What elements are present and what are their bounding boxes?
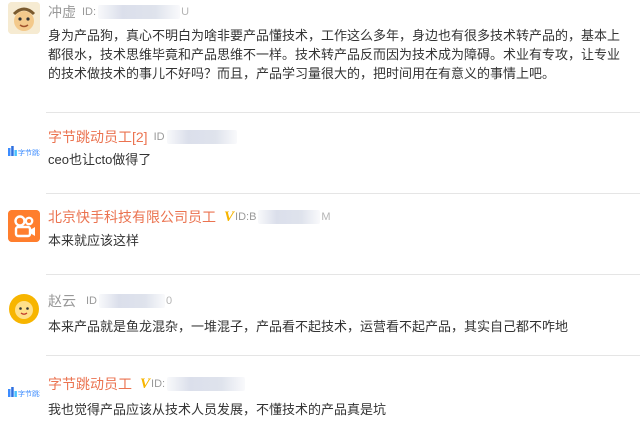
- user-id-mask: [98, 5, 181, 19]
- comment-item: 冲虚 ID: U 身为产品狗，真心不明白为啥非要产品懂技术，工作这么多年，身边也…: [0, 0, 640, 116]
- user-id-tail: M: [321, 211, 331, 223]
- bytedance-logo-icon: 字节跳动: [8, 146, 40, 157]
- user-avatar[interactable]: [8, 210, 40, 242]
- comment-item: 字节跳动 字节跳动员工[2] ID ceo也让cto做得了: [0, 113, 640, 193]
- cartoon-avatar-icon: [8, 2, 40, 34]
- bytedance-logo-icon: 字节跳动: [8, 387, 40, 398]
- comment-text: 我也觉得产品应该从技术人员发展，不懂技术的产品真是坑: [48, 402, 387, 417]
- commenter-name[interactable]: 冲虚: [48, 2, 76, 22]
- user-id-mask: [99, 294, 165, 308]
- kuaishou-logo-icon: [8, 210, 40, 242]
- user-id-label: ID:B: [235, 211, 257, 223]
- user-id-mask: [258, 210, 321, 224]
- verified-badge-icon: V: [224, 208, 235, 225]
- user-id-mask: [167, 377, 246, 391]
- comment-text: 身为产品狗，真心不明白为啥非要产品懂技术，工作这么多年，身边也有很多技术转产品的…: [48, 28, 621, 81]
- lion-avatar-icon: [9, 294, 39, 324]
- user-id-mask: [166, 130, 237, 144]
- user-id-label: ID:: [82, 6, 97, 18]
- commenter-name[interactable]: 北京快手科技有限公司员工: [48, 207, 216, 227]
- user-avatar[interactable]: [8, 2, 40, 34]
- verified-badge-icon: V: [140, 375, 151, 392]
- user-avatar[interactable]: [8, 293, 40, 325]
- comment-item: 北京快手科技有限公司员工 V ID:B M 本来就应该这样: [0, 194, 640, 274]
- comment-text: ceo也让cto做得了: [48, 152, 152, 167]
- user-id-label: ID:: [151, 378, 166, 390]
- user-avatar[interactable]: 字节跳动: [8, 376, 40, 408]
- comment-text: 本来产品就是鱼龙混杂，一堆混子，产品看不起技术，运营看不起产品，其实自己都不咋地: [48, 319, 569, 334]
- user-id-label: ID: [86, 295, 97, 307]
- bytedance-logo-text: 字节跳动: [18, 148, 40, 157]
- user-avatar[interactable]: 字节跳动: [8, 135, 40, 167]
- bytedance-logo-text: 字节跳动: [18, 389, 40, 398]
- user-id-tail: U: [181, 6, 190, 18]
- user-id-label: ID: [153, 131, 165, 143]
- comment-text: 本来就应该这样: [48, 233, 140, 248]
- user-id-tail: 0: [166, 295, 173, 307]
- comment-item: 字节跳动 字节跳动员工 V ID: 我也觉得产品应该从技术人员发展，不懂技术的产…: [0, 356, 640, 437]
- commenter-name[interactable]: 字节跳动员工[2]: [48, 127, 148, 147]
- commenter-name[interactable]: 赵云: [48, 291, 76, 311]
- comment-item: 赵云 ID 0 本来产品就是鱼龙混杂，一堆混子，产品看不起技术，运营看不起产品，…: [0, 275, 640, 355]
- commenter-name[interactable]: 字节跳动员工: [48, 374, 132, 394]
